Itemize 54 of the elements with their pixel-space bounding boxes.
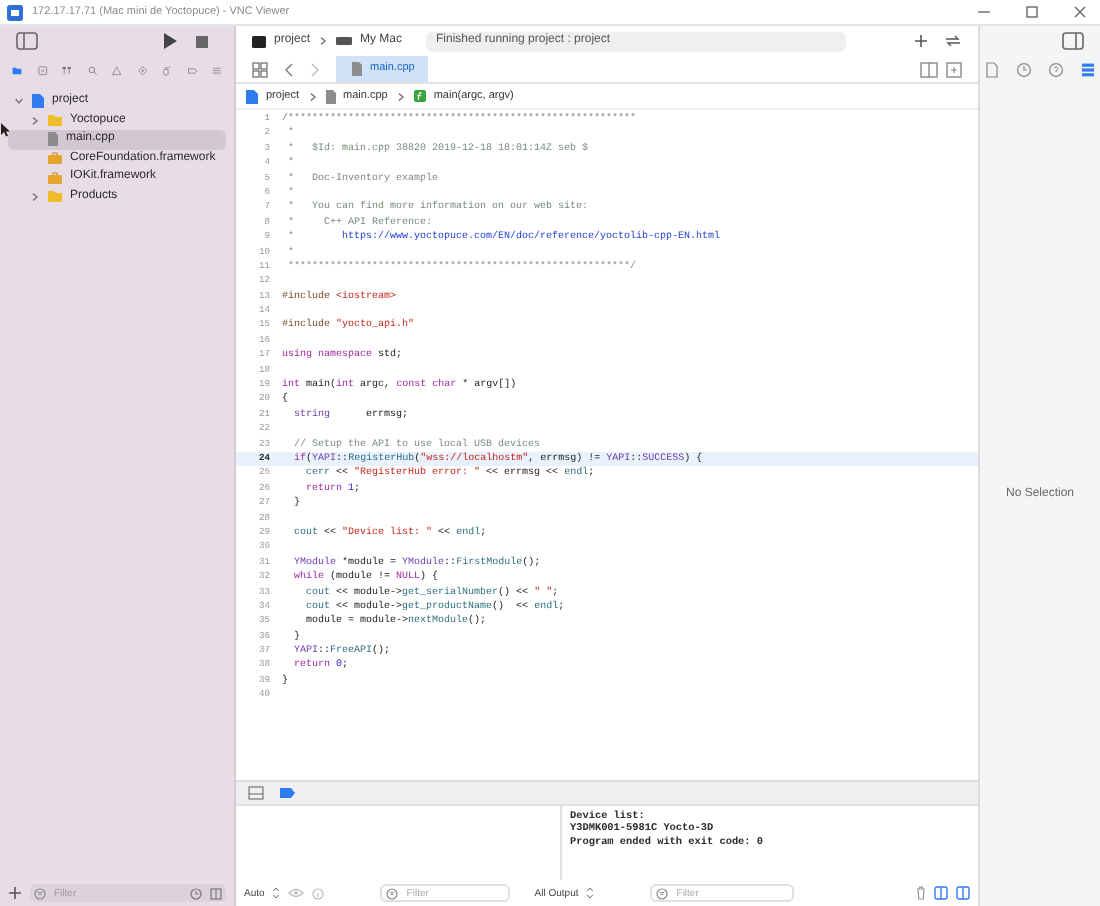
chevron-icon: [307, 91, 318, 101]
hierarchy-icon[interactable]: [58, 61, 76, 79]
attributes-icon[interactable]: [1080, 62, 1096, 78]
function-icon: [413, 90, 426, 102]
hide-panel-icon[interactable]: [248, 786, 264, 800]
forward-icon[interactable]: [310, 61, 320, 77]
maximize-icon[interactable]: [1024, 4, 1040, 20]
updown-icon: [586, 886, 595, 900]
split-editor-icon[interactable]: [920, 61, 938, 77]
filter-icon: [386, 887, 399, 899]
folder-icon: [48, 190, 62, 203]
crossed-box-icon[interactable]: [33, 61, 51, 79]
file-icon: [352, 62, 362, 76]
split-view-icon[interactable]: [934, 886, 948, 900]
inspector-toggle-icon[interactable]: [1062, 32, 1084, 50]
grid-icon[interactable]: [252, 61, 268, 77]
info-icon[interactable]: [312, 887, 325, 899]
disclosure-icon[interactable]: [30, 191, 40, 202]
terminal-icon: [252, 35, 266, 47]
stop-icon[interactable]: [194, 33, 210, 49]
warning-icon[interactable]: [108, 61, 126, 79]
filter-icon: [34, 887, 46, 899]
play-icon[interactable]: [162, 32, 178, 50]
split-icon[interactable]: [210, 887, 222, 899]
chevron-icon: [318, 36, 329, 46]
project-icon: [246, 89, 258, 103]
project-icon: [32, 94, 44, 109]
search-icon[interactable]: [83, 61, 101, 79]
trash-icon[interactable]: [916, 886, 926, 900]
close-icon[interactable]: [1072, 4, 1088, 20]
mouse-pointer-icon: [0, 122, 10, 138]
filter-icon: [656, 887, 669, 899]
computer-icon: [336, 36, 353, 46]
diamond-icon[interactable]: [133, 61, 151, 79]
file-icon: [48, 132, 58, 147]
briefcase-icon: [48, 171, 62, 184]
clock-icon[interactable]: [1016, 62, 1032, 78]
back-icon[interactable]: [284, 61, 294, 77]
sidebar-toggle-icon[interactable]: [16, 32, 38, 50]
file-icon: [325, 89, 336, 103]
add-icon[interactable]: [914, 34, 928, 48]
eye-icon[interactable]: [288, 888, 305, 898]
recent-icon[interactable]: [190, 887, 202, 899]
chevron-icon: [395, 91, 406, 101]
briefcase-icon: [48, 152, 62, 165]
add-editor-icon[interactable]: [946, 61, 962, 77]
breakpoint-icon[interactable]: [280, 788, 296, 798]
swap-icon[interactable]: [944, 34, 962, 48]
app-icon: [6, 3, 24, 21]
help-icon[interactable]: [1048, 62, 1064, 78]
document-icon[interactable]: [984, 62, 1000, 78]
add-icon[interactable]: [8, 886, 22, 900]
split-view-icon[interactable]: [956, 886, 970, 900]
updown-icon: [272, 886, 281, 900]
